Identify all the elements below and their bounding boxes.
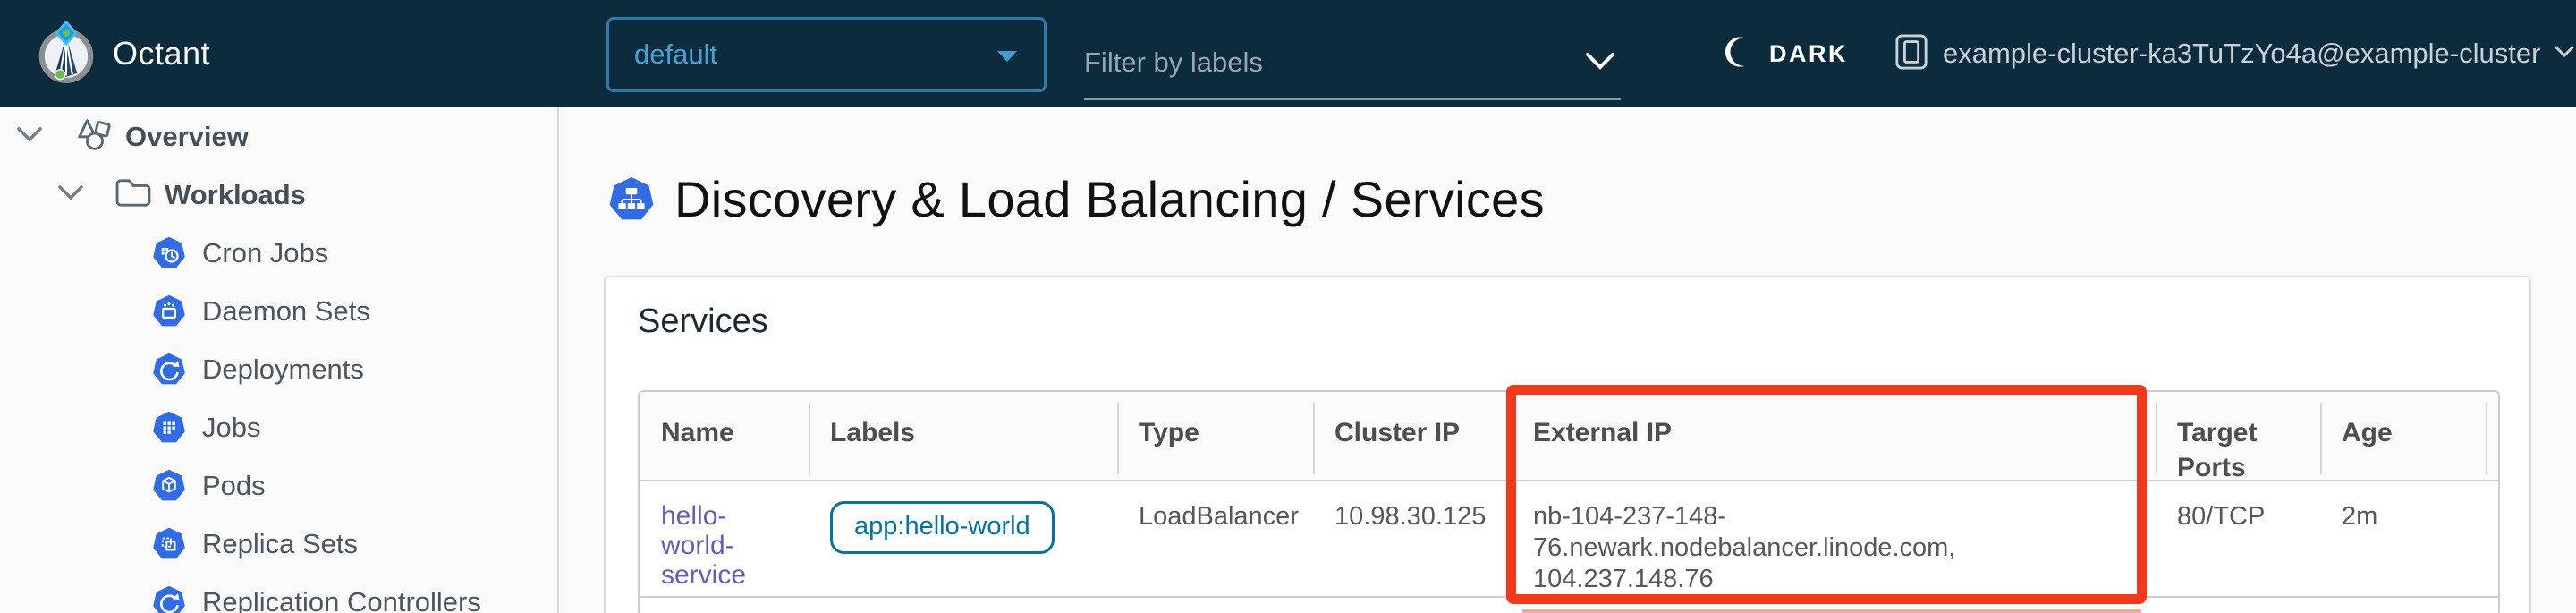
replica-sets-icon [152,527,186,561]
cell-labels: app:hello-world [809,481,1117,596]
page-title: Discovery & Load Balancing / Services [674,170,1545,228]
sidebar-item-label: Jobs [202,412,260,444]
sidebar-item-workloads[interactable]: Workloads [0,166,557,224]
sidebar-item-label: Replica Sets [202,528,358,560]
cell-spacer [2486,481,2521,596]
label-filter-input[interactable] [1084,47,1585,79]
sidebar-item-pods[interactable]: Pods [0,456,557,515]
daemon-sets-icon [152,294,186,328]
sidebar-item-cron-jobs[interactable]: Cron Jobs [0,224,557,282]
caret-down-icon [996,38,1019,71]
replication-controllers-icon [152,585,186,613]
sidebar-item-label: Replication Controllers [202,586,481,613]
objects-icon [75,116,113,157]
cron-jobs-icon [152,236,186,270]
services-icon [608,175,655,225]
octant-brand[interactable]: Octant [36,18,277,90]
services-card: Services Name Labels Type Cluster IP Ext… [604,276,2531,613]
sidebar-nav: Overview Workloads Cron Jobs [0,107,559,613]
column-header-spacer [2486,392,2521,485]
sidebar-item-label: Pods [202,470,266,502]
cluster-context-label: example-cluster-ka3TuTzYo4a@example-clus… [1943,38,2540,70]
column-header-name[interactable]: Name [640,392,809,485]
cell-cluster-ip: 10.98.30.125 [1313,481,1512,596]
deployments-icon [152,353,186,387]
chevron-down-icon[interactable] [1585,52,1615,74]
column-header-age[interactable]: Age [2320,392,2486,485]
sidebar-item-label: Overview [125,121,249,153]
column-header-cluster-ip[interactable]: Cluster IP [1313,392,1512,485]
namespace-select[interactable]: default [606,17,1046,92]
chevron-down-icon[interactable] [16,126,43,147]
sidebar-item-replication-controllers[interactable]: Replication Controllers [0,573,557,613]
label-badge[interactable]: app:hello-world [830,501,1055,554]
sidebar-item-daemon-sets[interactable]: Daemon Sets [0,282,557,340]
folder-icon [114,177,152,212]
service-link[interactable]: hello-world-service [661,501,794,590]
cell-target-ports: 80/TCP [2156,481,2320,596]
theme-toggle-label: DARK [1769,40,1848,68]
main-content: Discovery & Load Balancing / Services Se… [561,107,2576,613]
table-row: hello-world-service app:hello-world Load… [640,481,2498,598]
pods-icon [152,469,186,503]
cell-type: LoadBalancer [1117,481,1313,596]
sidebar-item-label: Cron Jobs [202,237,328,269]
cell-external-ip: nb-104-237-148-76.newark.nodebalancer.li… [1512,481,2156,596]
table-next-row-partial [640,598,2498,613]
cluster-icon [1894,32,1928,76]
sidebar-item-label: Deployments [202,353,364,386]
moon-icon [1724,34,1757,74]
sidebar-item-deployments[interactable]: Deployments [0,340,557,398]
sidebar-item-label: Workloads [165,179,306,211]
sidebar-item-label: Daemon Sets [202,295,370,328]
namespace-select-value: default [634,38,717,71]
cell-name: hello-world-service [640,481,809,596]
column-header-external-ip[interactable]: External IP [1512,392,2156,485]
column-header-target-ports[interactable]: Target Ports [2156,392,2320,485]
label-filter [1084,27,1621,100]
services-table-wrap: Name Labels Type Cluster IP External IP … [638,390,2497,613]
cell-age: 2m [2320,481,2486,596]
sidebar-item-replica-sets[interactable]: Replica Sets [0,515,557,573]
table-header-row: Name Labels Type Cluster IP External IP … [640,392,2498,481]
services-table: Name Labels Type Cluster IP External IP … [638,390,2500,613]
column-header-type[interactable]: Type [1117,392,1313,485]
cluster-selector[interactable]: example-cluster-ka3TuTzYo4a@example-clus… [1894,30,2574,77]
sidebar-item-overview[interactable]: Overview [0,107,557,166]
sidebar-item-jobs[interactable]: Jobs [0,398,557,456]
column-header-labels[interactable]: Labels [809,392,1117,485]
octant-logo-icon [36,18,97,90]
page-header: Discovery & Load Balancing / Services [608,170,1545,228]
card-title: Services [638,302,2497,341]
chevron-down-icon [2555,46,2574,63]
chevron-down-icon[interactable] [57,184,84,205]
theme-toggle-button[interactable]: DARK [1724,32,1848,75]
app-title: Octant [113,35,210,72]
jobs-icon [152,411,186,445]
top-navbar: Octant default DARK example-cluster-ka3T… [0,0,2576,107]
